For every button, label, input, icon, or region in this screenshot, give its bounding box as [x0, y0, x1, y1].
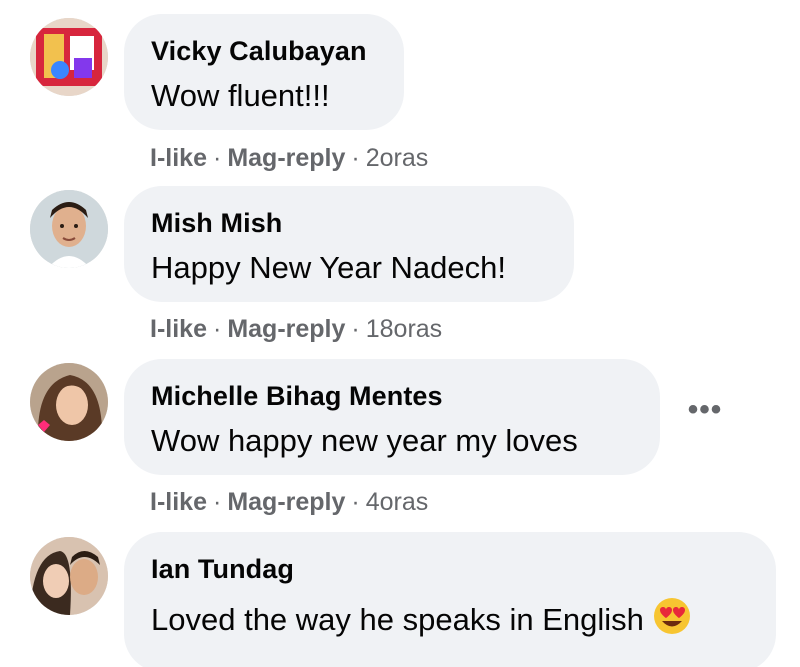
separator: · — [212, 315, 222, 343]
separator: · — [351, 488, 360, 516]
comment-author[interactable]: Ian Tundag — [151, 554, 294, 585]
timestamp[interactable]: 4oras — [366, 488, 429, 516]
reply-button[interactable]: Mag-reply — [227, 144, 345, 172]
reply-button[interactable]: Mag-reply — [227, 488, 345, 516]
comment-bubble: Michelle Bihag Mentes Wow happy new year… — [124, 359, 660, 475]
like-button[interactable]: I-like — [150, 315, 207, 343]
comment-text: Wow fluent!!! — [151, 78, 330, 113]
comments-panel: Vicky Calubayan Wow fluent!!! I-like · Mag… — [0, 0, 800, 667]
like-button[interactable]: I-like — [150, 488, 207, 516]
like-button[interactable]: I-like — [150, 144, 207, 172]
avatar[interactable] — [30, 363, 108, 441]
more-options-icon[interactable]: ••• — [680, 395, 730, 436]
comment-text: Wow happy new year my loves — [151, 423, 578, 458]
comment-actions: I-like · Mag-reply · 18oras — [150, 315, 442, 344]
timestamp[interactable]: 18oras — [366, 315, 442, 343]
avatar[interactable] — [30, 18, 108, 96]
timestamp[interactable]: 2oras — [366, 144, 429, 172]
avatar[interactable] — [30, 190, 108, 268]
separator: · — [212, 144, 222, 172]
comment-bubble: Ian Tundag Loved the way he speaks in En… — [124, 532, 776, 667]
comment-text: Happy New Year Nadech! — [151, 250, 507, 285]
comment-text: Loved the way he speaks in English — [151, 596, 692, 638]
separator: · — [212, 488, 222, 516]
separator: · — [351, 144, 360, 172]
avatar[interactable] — [30, 537, 108, 615]
reply-button[interactable]: Mag-reply — [227, 315, 345, 343]
comment-author[interactable]: Mish Mish — [151, 208, 282, 239]
separator: · — [351, 315, 360, 343]
comment-actions: I-like · Mag-reply · 2oras — [150, 144, 428, 173]
comment-author[interactable]: Vicky Calubayan — [151, 36, 367, 67]
comment-author[interactable]: Michelle Bihag Mentes — [151, 381, 443, 412]
comment-bubble: Vicky Calubayan Wow fluent!!! — [124, 14, 404, 130]
comment-bubble: Mish Mish Happy New Year Nadech! — [124, 186, 574, 302]
heart-eyes-emoji-icon — [652, 596, 692, 636]
comment-actions: I-like · Mag-reply · 4oras — [150, 488, 428, 517]
comment-text-content: Loved the way he speaks in English — [151, 602, 644, 637]
